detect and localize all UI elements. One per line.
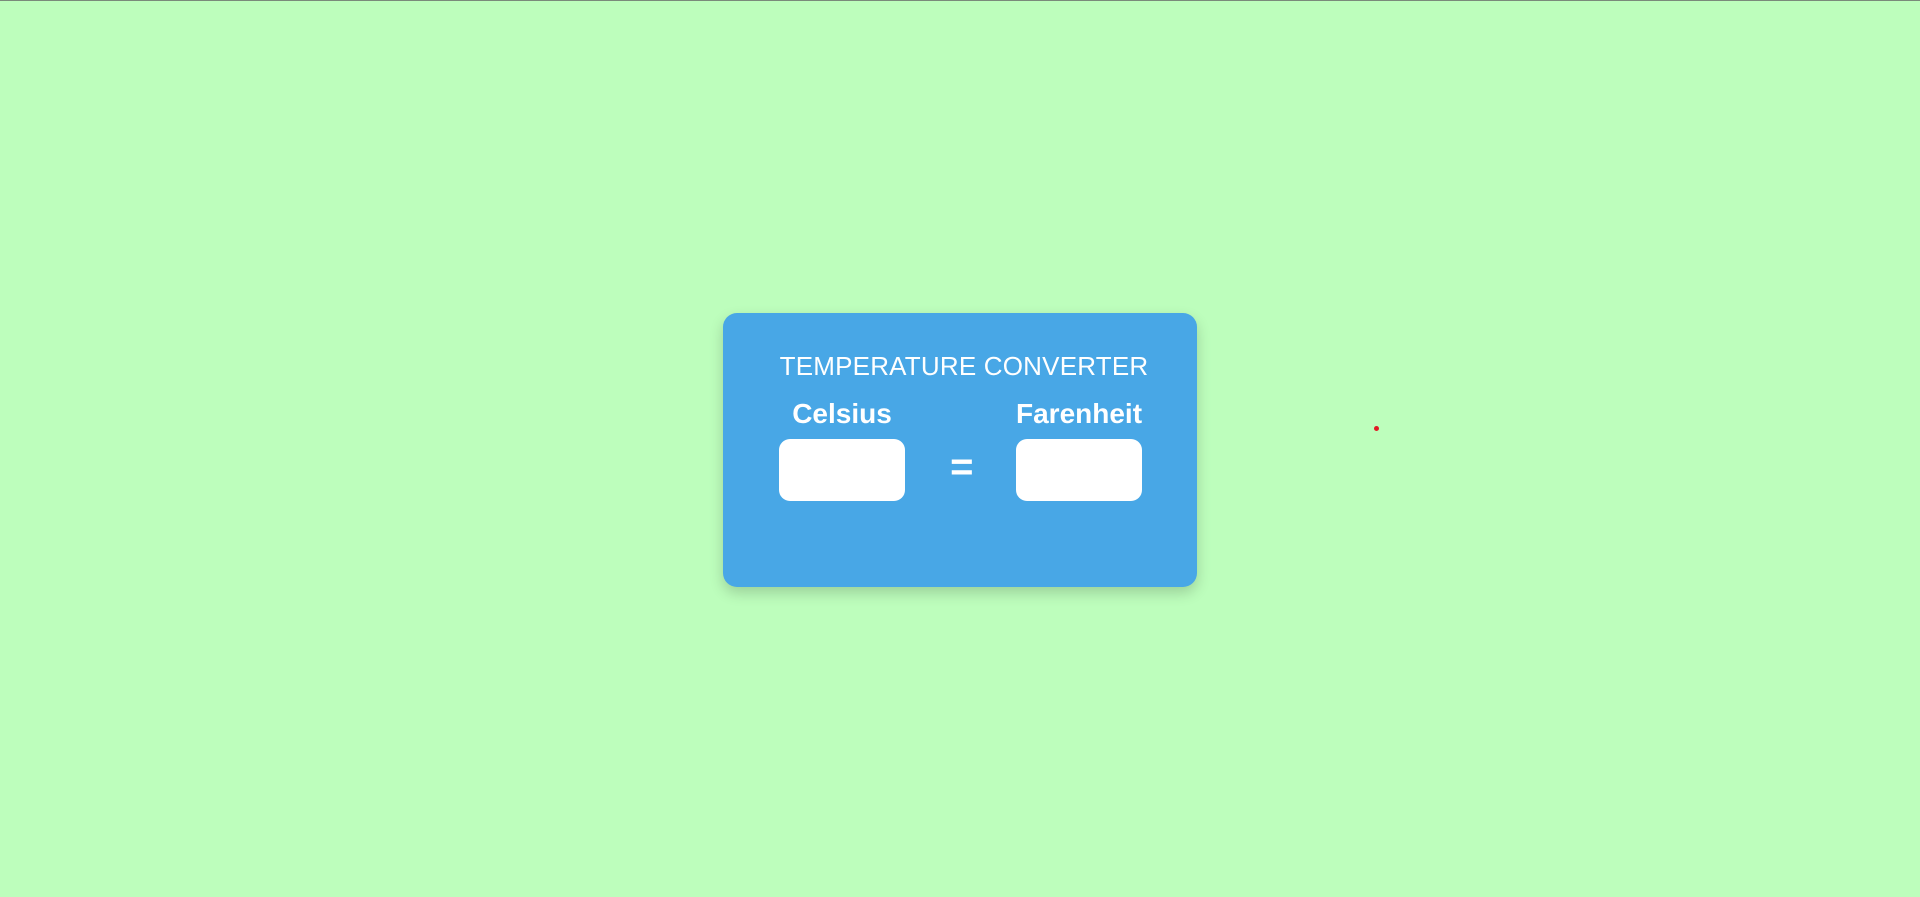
converter-card: TEMPERATURE CONVERTER Celsius = Farenhei… bbox=[723, 313, 1197, 587]
fahrenheit-input[interactable] bbox=[1016, 439, 1142, 501]
celsius-group: Celsius bbox=[779, 397, 905, 501]
cursor-marker bbox=[1374, 426, 1379, 431]
fahrenheit-group: Farenheit bbox=[1016, 397, 1142, 501]
celsius-input[interactable] bbox=[779, 439, 905, 501]
equals-sign: = bbox=[949, 445, 973, 489]
fahrenheit-label: Farenheit bbox=[1016, 398, 1143, 429]
celsius-label: Celsius bbox=[792, 398, 892, 429]
converter-title: TEMPERATURE CONVERTER bbox=[779, 351, 1149, 381]
